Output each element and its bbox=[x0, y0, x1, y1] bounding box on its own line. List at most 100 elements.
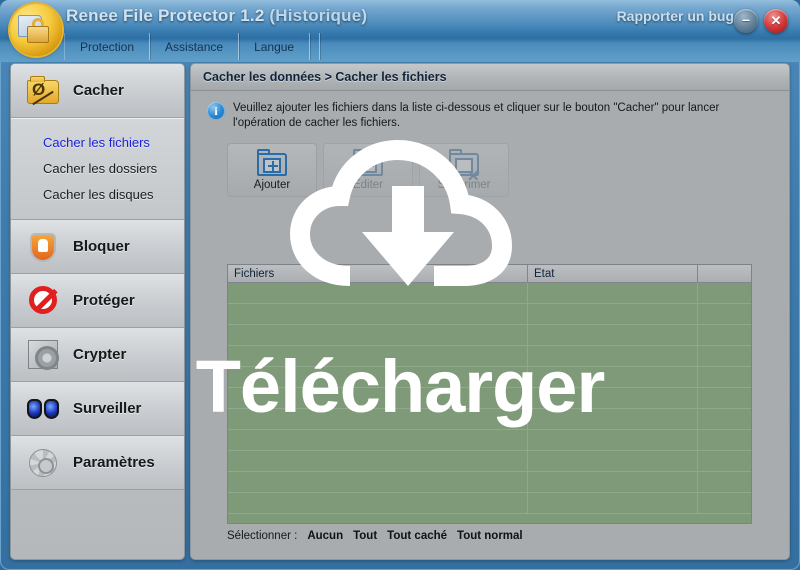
folder-delete-icon: ✕ bbox=[447, 149, 481, 184]
window-body: Cacher Cacher les fichiers Cacher les do… bbox=[6, 61, 794, 564]
info-banner: Veuillez ajouter les fichiers dans la li… bbox=[191, 91, 789, 137]
select-tout[interactable]: Tout bbox=[353, 530, 377, 542]
table-cell bbox=[528, 304, 698, 324]
sidebar-item-cacher[interactable]: Cacher bbox=[11, 64, 184, 118]
info-text: Veuillez ajouter les fichiers dans la li… bbox=[233, 102, 720, 129]
file-toolbar: Ajouter Editer ✕ Supprimer bbox=[191, 137, 789, 197]
table-row[interactable] bbox=[228, 409, 751, 430]
table-cell bbox=[698, 409, 751, 429]
sidebar-item-proteger[interactable]: Protéger bbox=[11, 274, 184, 328]
table-cell bbox=[228, 325, 528, 345]
sidebar-item-crypter[interactable]: Crypter bbox=[11, 328, 184, 382]
gear-icon bbox=[25, 446, 61, 480]
table-row[interactable] bbox=[228, 430, 751, 451]
report-bug-link[interactable]: Rapporter un bug bbox=[617, 8, 734, 24]
sidebar-subitem-label: Cacher les dossiers bbox=[43, 160, 158, 176]
table-cell bbox=[698, 388, 751, 408]
main-panel: Cacher les données > Cacher les fichiers… bbox=[190, 63, 790, 560]
table-cell bbox=[698, 451, 751, 471]
sidebar-item-cacher-les-fichiers[interactable]: Cacher les fichiers bbox=[11, 129, 184, 155]
table-row[interactable] bbox=[228, 283, 751, 304]
window-title-suffix: (Historique) bbox=[269, 6, 368, 25]
table-cell bbox=[528, 493, 698, 513]
sidebar-item-cacher-les-disques[interactable]: Cacher les disques bbox=[11, 181, 184, 207]
window-controls: – ✕ bbox=[734, 9, 788, 33]
sidebar-group-label: Crypter bbox=[73, 346, 127, 363]
table-row[interactable] bbox=[228, 451, 751, 472]
table-cell bbox=[698, 325, 751, 345]
edit-button[interactable]: Editer bbox=[323, 143, 413, 197]
table-cell bbox=[698, 472, 751, 492]
minimize-glyph: – bbox=[742, 11, 750, 27]
table-cell bbox=[228, 367, 528, 387]
application-window: Renee File Protector 1.2 (Historique) Ra… bbox=[0, 0, 800, 570]
table-row[interactable] bbox=[228, 325, 751, 346]
sidebar-subitems-cacher: Cacher les fichiers Cacher les dossiers … bbox=[11, 118, 184, 220]
table-cell bbox=[228, 388, 528, 408]
table-cell bbox=[528, 472, 698, 492]
column-header-fichiers[interactable]: Fichiers bbox=[228, 265, 528, 282]
table-cell bbox=[528, 451, 698, 471]
table-header-row: Fichiers Etat bbox=[228, 265, 751, 283]
sidebar-group-label: Protéger bbox=[73, 292, 135, 309]
table-cell bbox=[528, 325, 698, 345]
table-cell bbox=[698, 430, 751, 450]
close-icon[interactable]: ✕ bbox=[764, 9, 788, 33]
window-title: Renee File Protector 1.2 (Historique) bbox=[66, 6, 367, 26]
column-header-extra[interactable] bbox=[698, 265, 751, 282]
sidebar-subitem-label: Cacher les fichiers bbox=[43, 134, 150, 150]
info-icon bbox=[207, 102, 225, 120]
menu-item-assistance[interactable]: Assistance bbox=[150, 33, 240, 60]
table-row[interactable] bbox=[228, 472, 751, 493]
table-cell bbox=[228, 472, 528, 492]
table-cell bbox=[528, 388, 698, 408]
table-row[interactable] bbox=[228, 493, 751, 514]
table-cell bbox=[228, 283, 528, 303]
table-body bbox=[228, 283, 751, 523]
sidebar: Cacher Cacher les fichiers Cacher les do… bbox=[10, 63, 185, 560]
table-cell bbox=[228, 430, 528, 450]
delete-button-label: Supprimer bbox=[437, 179, 491, 191]
file-list-table[interactable]: Fichiers Etat bbox=[227, 264, 752, 524]
sidebar-item-parametres[interactable]: Paramètres bbox=[11, 436, 184, 490]
menu-item-langue[interactable]: Langue bbox=[239, 33, 311, 60]
column-header-etat[interactable]: Etat bbox=[528, 265, 698, 282]
table-row[interactable] bbox=[228, 388, 751, 409]
sidebar-item-bloquer[interactable]: Bloquer bbox=[11, 220, 184, 274]
sidebar-group-label: Bloquer bbox=[73, 238, 130, 255]
table-cell bbox=[228, 346, 528, 366]
table-cell bbox=[528, 346, 698, 366]
edit-button-label: Editer bbox=[352, 179, 384, 191]
safe-dial-icon bbox=[25, 338, 61, 372]
sidebar-item-cacher-les-dossiers[interactable]: Cacher les dossiers bbox=[11, 155, 184, 181]
select-label: Sélectionner : bbox=[227, 530, 298, 542]
table-cell bbox=[528, 409, 698, 429]
sidebar-group-label: Paramètres bbox=[73, 454, 155, 471]
sidebar-subitem-label: Cacher les disques bbox=[43, 186, 154, 202]
window-title-text: Renee File Protector 1.2 bbox=[66, 6, 265, 25]
table-row[interactable] bbox=[228, 346, 751, 367]
table-cell bbox=[698, 346, 751, 366]
table-row[interactable] bbox=[228, 367, 751, 388]
folder-lock-icon bbox=[10, 4, 62, 56]
breadcrumb: Cacher les données > Cacher les fichiers bbox=[191, 64, 789, 91]
select-tout-normal[interactable]: Tout normal bbox=[457, 530, 523, 542]
sidebar-item-surveiller[interactable]: Surveiller bbox=[11, 382, 184, 436]
shield-hand-icon bbox=[25, 230, 61, 264]
table-row[interactable] bbox=[228, 304, 751, 325]
no-entry-icon bbox=[25, 284, 61, 318]
delete-button[interactable]: ✕ Supprimer bbox=[419, 143, 509, 197]
menu-item-protection[interactable]: Protection bbox=[64, 33, 151, 60]
select-tout-cache[interactable]: Tout caché bbox=[387, 530, 447, 542]
folder-add-icon bbox=[255, 149, 289, 177]
add-button-label: Ajouter bbox=[253, 179, 291, 191]
add-button[interactable]: Ajouter bbox=[227, 143, 317, 197]
table-cell bbox=[228, 493, 528, 513]
minimize-icon[interactable]: – bbox=[734, 9, 758, 33]
hide-folder-icon bbox=[25, 74, 61, 108]
close-glyph: ✕ bbox=[770, 13, 782, 28]
table-cell bbox=[228, 409, 528, 429]
table-cell bbox=[698, 493, 751, 513]
table-cell bbox=[698, 304, 751, 324]
select-aucun[interactable]: Aucun bbox=[307, 530, 343, 542]
